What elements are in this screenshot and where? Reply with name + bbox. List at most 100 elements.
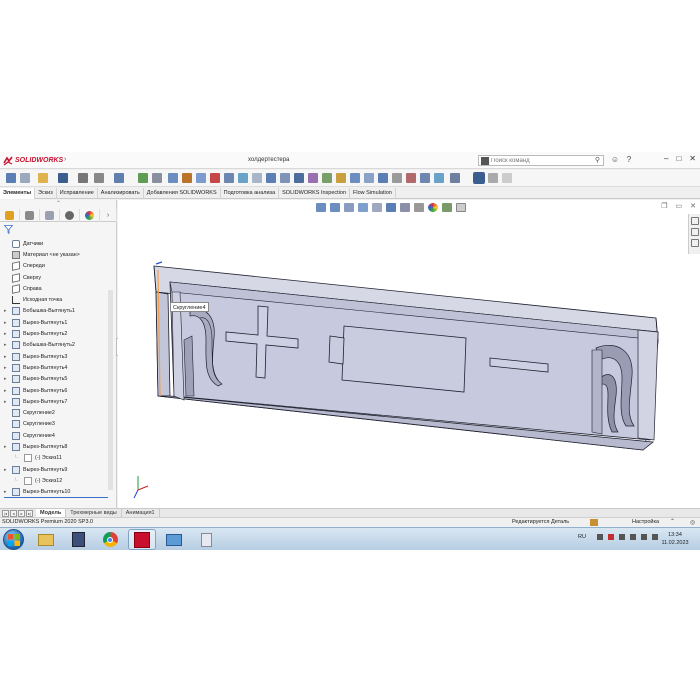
tree-item[interactable]: Скругление4 — [0, 430, 110, 441]
tree-item[interactable]: ▸ Вырез-Вытянуть3 — [0, 351, 110, 362]
tree-item[interactable]: Скругление3 — [0, 419, 110, 430]
expand-arrow-icon[interactable]: ▸ — [4, 354, 7, 360]
chamfer-tool-icon[interactable] — [238, 173, 248, 183]
tree-item[interactable]: Исходная точка — [0, 294, 110, 305]
network-icon[interactable] — [629, 534, 636, 540]
expand-arrow-icon[interactable]: ▸ — [4, 308, 7, 314]
taskbar-explorer[interactable] — [32, 529, 60, 550]
battery-holder-model[interactable] — [118, 200, 700, 508]
expand-arrow-icon[interactable]: ▸ — [4, 320, 7, 326]
expand-arrow-icon[interactable]: ▸ — [4, 376, 7, 382]
tree-item[interactable]: ▸ Вырез-Вытянуть1 — [0, 317, 110, 328]
search-icon[interactable]: ⚲ — [595, 156, 600, 164]
help-icon[interactable]: ? — [624, 155, 634, 165]
next-tab-icon[interactable]: ▸ — [18, 509, 25, 517]
intersect-tool-icon[interactable] — [392, 173, 402, 183]
tree-item[interactable]: Материал <не указан> — [0, 249, 110, 260]
expand-arrow-icon[interactable]: ▸ — [4, 399, 7, 405]
expand-arrow-icon[interactable]: ▸ — [4, 388, 7, 394]
tree-item[interactable]: Спереди — [0, 261, 110, 272]
tree-item[interactable]: ▸ Бобышка-Вытянуть2 — [0, 340, 110, 351]
expand-arrow-icon[interactable]: ▸ — [4, 489, 7, 495]
minimize-icon[interactable]: – — [664, 154, 668, 163]
user-icon[interactable]: ☺ — [610, 155, 620, 165]
tree-item[interactable]: ▸ Вырез-Вытянуть9 — [0, 464, 110, 475]
tree-scrollbar[interactable] — [108, 290, 113, 490]
taskbar-solidworks[interactable] — [128, 529, 156, 550]
tree-item[interactable]: ▸ Бобышка-Вытянуть1 — [0, 306, 110, 317]
prev-tab-icon[interactable]: ◂ — [10, 509, 17, 517]
instant3d-icon[interactable] — [350, 173, 360, 183]
tab-features[interactable]: Элементы — [0, 188, 36, 199]
volume-icon[interactable] — [640, 534, 647, 540]
tree-item[interactable]: Датчики — [0, 238, 110, 249]
expand-arrow-icon[interactable]: ▸ — [4, 331, 7, 337]
fillet-tool-icon[interactable] — [224, 173, 234, 183]
panel-tab-display[interactable] — [80, 209, 100, 222]
last-tab-icon[interactable]: ▸| — [26, 509, 33, 517]
combine-tool-icon[interactable] — [434, 173, 444, 183]
rib-tool-icon[interactable] — [266, 173, 276, 183]
tree-item[interactable]: Сверху — [0, 272, 110, 283]
solidworks-logo[interactable]: SOLIDWORKS — [3, 155, 63, 166]
revolve-icon[interactable] — [182, 173, 192, 183]
new-document-icon[interactable] — [20, 173, 30, 183]
display-style-icon[interactable] — [488, 173, 498, 183]
save-icon[interactable] — [58, 173, 68, 183]
tree-item[interactable]: ▸ Вырез-Вытянуть7 — [0, 396, 110, 407]
tree-item[interactable]: Скругление2 — [0, 407, 110, 418]
open-folder-icon[interactable] — [38, 173, 48, 183]
close-icon[interactable]: ✕ — [689, 154, 696, 163]
rebuild-icon[interactable] — [138, 173, 148, 183]
tab-sketch[interactable]: Эскиз — [35, 188, 57, 199]
shell-tool-icon[interactable] — [252, 173, 262, 183]
expand-arrow-icon[interactable]: ▸ — [4, 467, 7, 473]
draft-tool-icon[interactable] — [280, 173, 290, 183]
search-scope-icon[interactable] — [481, 157, 489, 165]
panel-tab-property-manager[interactable] — [20, 209, 40, 222]
status-help-icon[interactable]: ◎ — [690, 519, 695, 526]
tree-item[interactable]: └ (-) Эскиз12 — [0, 475, 110, 486]
tab-evaluate[interactable]: Анализировать — [98, 188, 144, 199]
mirror-tool-icon[interactable] — [294, 173, 304, 183]
units-selector[interactable]: Настройка — [632, 519, 659, 525]
hide-show-icon[interactable] — [502, 173, 512, 183]
tab-flow-simulation[interactable]: Flow Simulation — [350, 188, 396, 199]
pattern-tool-icon[interactable] — [308, 173, 318, 183]
panel-tabs-more[interactable]: › — [100, 209, 117, 222]
tray-app-icon[interactable] — [607, 534, 614, 540]
extrude-boss-icon[interactable] — [168, 173, 178, 183]
reference-geometry-icon[interactable] — [322, 173, 332, 183]
language-indicator[interactable]: RU — [578, 534, 586, 540]
hole-wizard-icon[interactable] — [364, 173, 374, 183]
taskbar-remote-desktop[interactable] — [160, 529, 188, 550]
taskbar-calculator[interactable] — [64, 529, 92, 550]
home-icon[interactable] — [6, 173, 16, 183]
expand-arrow-icon[interactable]: ▸ — [4, 444, 7, 450]
expand-arrow-icon[interactable]: ▸ — [4, 342, 7, 348]
tab-repair[interactable]: Исправление — [57, 188, 98, 199]
tree-item[interactable]: ▸ Вырез-Вытянуть8 — [0, 441, 110, 452]
command-search[interactable]: ⚲ — [478, 155, 604, 166]
select-icon[interactable] — [152, 173, 162, 183]
start-button[interactable] — [3, 529, 24, 550]
sweep-icon[interactable] — [196, 173, 206, 183]
tree-item[interactable]: ▸ Вырез-Вытянуть4 — [0, 362, 110, 373]
graphics-viewport[interactable]: ❐ ▭ ✕ Скругление4 — [118, 200, 700, 508]
panel-tab-feature-manager[interactable] — [0, 209, 20, 222]
wrap-tool-icon[interactable] — [378, 173, 388, 183]
taskbar-chrome[interactable] — [96, 529, 124, 550]
flag-icon[interactable] — [618, 534, 625, 540]
first-tab-icon[interactable]: |◂ — [2, 509, 9, 517]
tree-item[interactable]: └ (-) Эскиз11 — [0, 453, 110, 464]
rollback-bar[interactable] — [4, 497, 108, 498]
options-gear-icon[interactable] — [94, 173, 104, 183]
print-icon[interactable] — [78, 173, 88, 183]
tab-analysis-prep[interactable]: Подготовка анализа — [221, 188, 280, 199]
move-body-icon[interactable] — [450, 173, 460, 183]
view-orientation-icon[interactable] — [473, 172, 485, 184]
panel-tab-configuration[interactable] — [40, 209, 60, 222]
units-caret-icon[interactable]: ⌃ — [670, 518, 675, 525]
tray-expand-icon[interactable] — [596, 534, 603, 540]
filter-icon[interactable] — [4, 225, 13, 234]
